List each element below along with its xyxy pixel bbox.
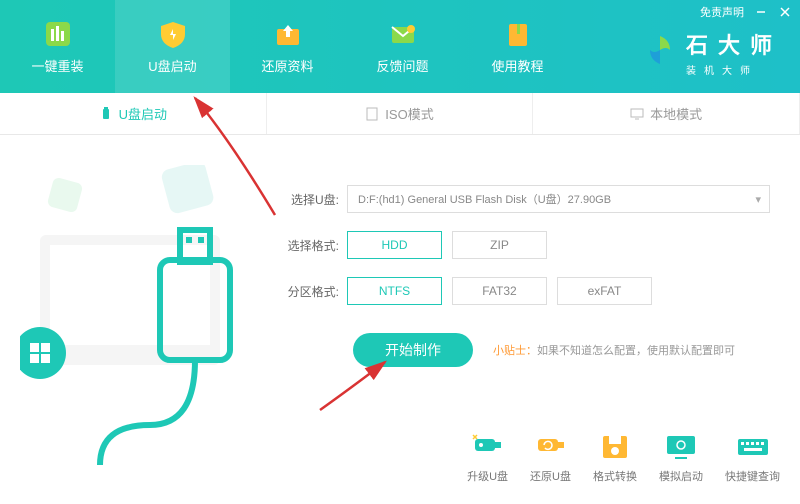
close-button[interactable]: [778, 5, 792, 19]
book-icon: [502, 18, 534, 50]
brand-title: 石大师: [686, 28, 782, 60]
subtab-label: ISO模式: [385, 104, 433, 123]
partition-option-fat32[interactable]: FAT32: [452, 277, 547, 305]
format-option-zip[interactable]: ZIP: [452, 231, 547, 259]
usb-illustration-icon: [20, 165, 260, 495]
nav-label: 还原资料: [261, 56, 313, 75]
usb-upgrade-icon: [470, 432, 506, 462]
bottom-actions: 升级U盘 还原U盘 格式转换 模拟启动 快捷键查询: [300, 432, 780, 484]
nav-restore[interactable]: 还原资料: [230, 0, 345, 93]
action-hotkey-query[interactable]: 快捷键查询: [725, 432, 780, 484]
subtab-label: U盘启动: [119, 104, 167, 123]
brand-subtitle: 装机大师: [686, 62, 758, 77]
partition-option-exfat[interactable]: exFAT: [557, 277, 652, 305]
subtab-label: 本地模式: [650, 104, 702, 123]
bars-icon: [42, 18, 74, 50]
nav-label: 一键重装: [31, 56, 83, 75]
brand: 石大师 装机大师: [642, 28, 782, 77]
action-label: 格式转换: [593, 468, 637, 484]
subtab-usb[interactable]: U盘启动: [0, 93, 267, 134]
subtabs: U盘启动 ISO模式 本地模式: [0, 93, 800, 135]
chevron-down-icon: ▾: [755, 193, 761, 206]
nav-feedback[interactable]: 反馈问题: [345, 0, 460, 93]
disclaimer-link[interactable]: 免责声明: [700, 4, 744, 20]
disk-icon: [597, 432, 633, 462]
start-button[interactable]: 开始制作: [353, 333, 473, 367]
usb-select[interactable]: D:F:(hd1) General USB Flash Disk（U盘）27.9…: [347, 185, 770, 213]
select-usb-label: 选择U盘:: [275, 191, 339, 208]
subtab-local[interactable]: 本地模式: [533, 93, 800, 134]
usb-small-icon: [99, 107, 113, 121]
keyboard-icon: [735, 432, 771, 462]
brand-logo-icon: [642, 32, 678, 73]
usb-restore-icon: [533, 432, 569, 462]
action-format-convert[interactable]: 格式转换: [593, 432, 637, 484]
nav-label: U盘启动: [148, 56, 196, 75]
subtab-iso[interactable]: ISO模式: [267, 93, 534, 134]
action-label: 模拟启动: [659, 468, 703, 484]
row-format: 选择格式: HDD ZIP: [275, 231, 770, 259]
action-label: 升级U盘: [467, 468, 508, 484]
nav-label: 使用教程: [491, 56, 543, 75]
row-start: 开始制作 小贴士：如果不知道怎么配置，使用默认配置即可: [275, 333, 770, 367]
usb-select-value: D:F:(hd1) General USB Flash Disk（U盘）27.9…: [358, 191, 611, 207]
upload-icon: [272, 18, 304, 50]
monitor-icon: [630, 107, 644, 121]
row-select-usb: 选择U盘: D:F:(hd1) General USB Flash Disk（U…: [275, 185, 770, 213]
nav-usb-boot[interactable]: U盘启动: [115, 0, 230, 93]
nav-label: 反馈问题: [376, 56, 428, 75]
partition-option-ntfs[interactable]: NTFS: [347, 277, 442, 305]
action-simulate-boot[interactable]: 模拟启动: [659, 432, 703, 484]
action-label: 快捷键查询: [725, 468, 780, 484]
action-restore-usb[interactable]: 还原U盘: [530, 432, 571, 484]
header-bar: 一键重装 U盘启动 还原资料 反馈问题 使用教程 免责声明 石大师: [0, 0, 800, 93]
shield-icon: [157, 18, 189, 50]
partition-label: 分区格式:: [275, 283, 339, 300]
monitor-boot-icon: [663, 432, 699, 462]
action-label: 还原U盘: [530, 468, 571, 484]
file-icon: [365, 107, 379, 121]
format-label: 选择格式:: [275, 237, 339, 254]
nav-tutorial[interactable]: 使用教程: [460, 0, 575, 93]
tip-text: 小贴士：如果不知道怎么配置，使用默认配置即可: [493, 342, 735, 358]
illustration-panel: [0, 135, 265, 504]
nav-reinstall[interactable]: 一键重装: [0, 0, 115, 93]
minimize-button[interactable]: [754, 5, 768, 19]
row-partition: 分区格式: NTFS FAT32 exFAT: [275, 277, 770, 305]
format-option-hdd[interactable]: HDD: [347, 231, 442, 259]
window-controls: 免责声明: [700, 4, 792, 20]
mail-icon: [387, 18, 419, 50]
action-upgrade-usb[interactable]: 升级U盘: [467, 432, 508, 484]
